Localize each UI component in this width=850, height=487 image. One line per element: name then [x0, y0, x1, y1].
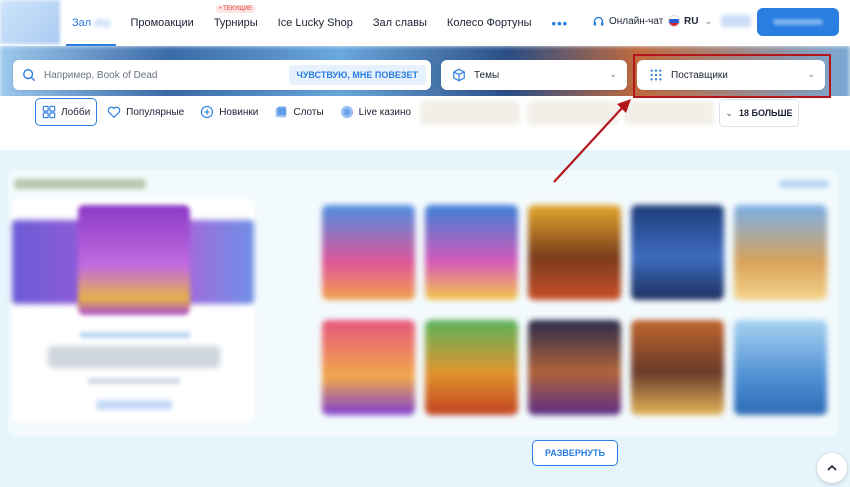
- register-button[interactable]: [757, 8, 839, 36]
- game-tile[interactable]: [425, 205, 518, 300]
- tab-label: Live казино: [358, 106, 412, 118]
- login-link[interactable]: [721, 15, 751, 27]
- blurred-category[interactable]: [624, 101, 714, 125]
- blurred-category[interactable]: [420, 101, 520, 125]
- nav-item-label: Колесо Фортуны: [446, 17, 532, 29]
- blurred-text: игр: [94, 17, 111, 29]
- site-logo[interactable]: [0, 0, 60, 44]
- nav-item-promotions[interactable]: Промоакции: [120, 0, 203, 46]
- chevron-down-icon: ⌄: [609, 69, 617, 79]
- nav-item-label: Зал славы: [372, 17, 427, 29]
- more-dots-icon: •••: [551, 15, 569, 31]
- russia-flag-icon: [668, 15, 680, 27]
- tab-label: Лобби: [61, 106, 91, 118]
- nav-item-label: Турниры: [213, 17, 258, 29]
- online-chat-button[interactable]: Онлайн-чат: [592, 15, 663, 28]
- cube-icon: [453, 68, 465, 82]
- see-all-link[interactable]: [779, 180, 829, 188]
- game-tile[interactable]: [734, 320, 827, 415]
- blurred-label: [773, 19, 823, 25]
- headset-icon: [593, 16, 604, 26]
- nav-item-shop[interactable]: Ice Lucky Shop: [268, 0, 363, 46]
- highlight-box: [633, 54, 831, 98]
- game-search-bar[interactable]: ЧУВСТВУЮ, МНЕ ПОВЕЗЕТ: [13, 60, 431, 90]
- tab-label: Популярные: [126, 106, 185, 118]
- more-label: 18 БОЛЬШЕ: [738, 108, 793, 118]
- tab-label: Новинки: [219, 106, 259, 118]
- themes-label: Темы: [474, 69, 500, 81]
- nav-item-label: Ice Lucky Shop: [277, 17, 353, 29]
- tab-new[interactable]: Новинки: [194, 98, 264, 126]
- more-categories-button[interactable]: ⌄ 18 БОЛЬШЕ: [719, 99, 799, 127]
- plus-circle-icon: [201, 105, 214, 119]
- nav-item-wheel[interactable]: Колесо Фортуны: [437, 0, 542, 46]
- featured-game-image[interactable]: [78, 205, 190, 315]
- chevron-down-icon: ⌄: [725, 107, 733, 118]
- chevron-down-icon: ⌄: [704, 15, 712, 26]
- featured-game-subtitle: [88, 378, 180, 384]
- featured-game-title: [48, 346, 220, 368]
- blurred-category[interactable]: [527, 101, 619, 125]
- feeling-lucky-button[interactable]: ЧУВСТВУЮ, МНЕ ПОВЕЗЕТ: [288, 65, 426, 85]
- search-icon: [23, 69, 36, 82]
- section-title: [14, 179, 146, 189]
- nav-item-tournaments[interactable]: • ТЕКУЩИЕ Турниры: [204, 0, 268, 46]
- themes-dropdown[interactable]: Темы ⌄: [441, 60, 627, 90]
- nav-item-hall-of-fame[interactable]: Зал славы: [363, 0, 437, 46]
- scroll-to-top-button[interactable]: [817, 453, 847, 483]
- lobby-icon: [42, 105, 56, 119]
- tab-lobby[interactable]: Лобби: [35, 98, 98, 126]
- game-tile[interactable]: [631, 205, 724, 300]
- search-input[interactable]: [44, 69, 284, 81]
- live-icon: [340, 105, 353, 119]
- current-badge: • ТЕКУЩИЕ: [215, 5, 257, 13]
- chevron-up-icon: [827, 464, 837, 471]
- tab-live-casino[interactable]: Live казино: [334, 98, 417, 126]
- nav-item-label: Зал: [72, 17, 92, 29]
- game-tile[interactable]: [734, 205, 827, 300]
- tab-label: Слоты: [293, 106, 324, 118]
- game-tile[interactable]: [322, 320, 415, 415]
- game-tile[interactable]: [631, 320, 724, 415]
- nav-item-label: Промоакции: [130, 17, 194, 29]
- language-code: RU: [684, 15, 699, 27]
- game-tile[interactable]: [425, 320, 518, 415]
- slots-icon: [276, 106, 287, 118]
- tab-popular[interactable]: Популярные: [101, 98, 190, 126]
- nav-more-button[interactable]: •••: [542, 0, 579, 46]
- category-tabs: Лобби Популярные Новинки Слоты Live кази…: [35, 98, 421, 126]
- language-selector[interactable]: RU ⌄: [668, 15, 712, 27]
- chat-label: Онлайн-чат: [609, 16, 664, 27]
- tab-slots[interactable]: Слоты: [268, 98, 329, 126]
- heart-icon: [107, 106, 121, 119]
- game-tile[interactable]: [528, 320, 621, 415]
- game-tile[interactable]: [322, 205, 415, 300]
- game-tile[interactable]: [528, 205, 621, 300]
- featured-provider-link[interactable]: [80, 332, 190, 338]
- nav-item-hall[interactable]: Зал игр: [62, 0, 120, 46]
- top-header: Зал игр Промоакции • ТЕКУЩИЕ Турниры Ice …: [0, 0, 850, 46]
- expand-button[interactable]: РАЗВЕРНУТЬ: [532, 440, 618, 466]
- main-nav: Зал игр Промоакции • ТЕКУЩИЕ Турниры Ice …: [62, 0, 578, 46]
- featured-play-button[interactable]: [96, 400, 172, 410]
